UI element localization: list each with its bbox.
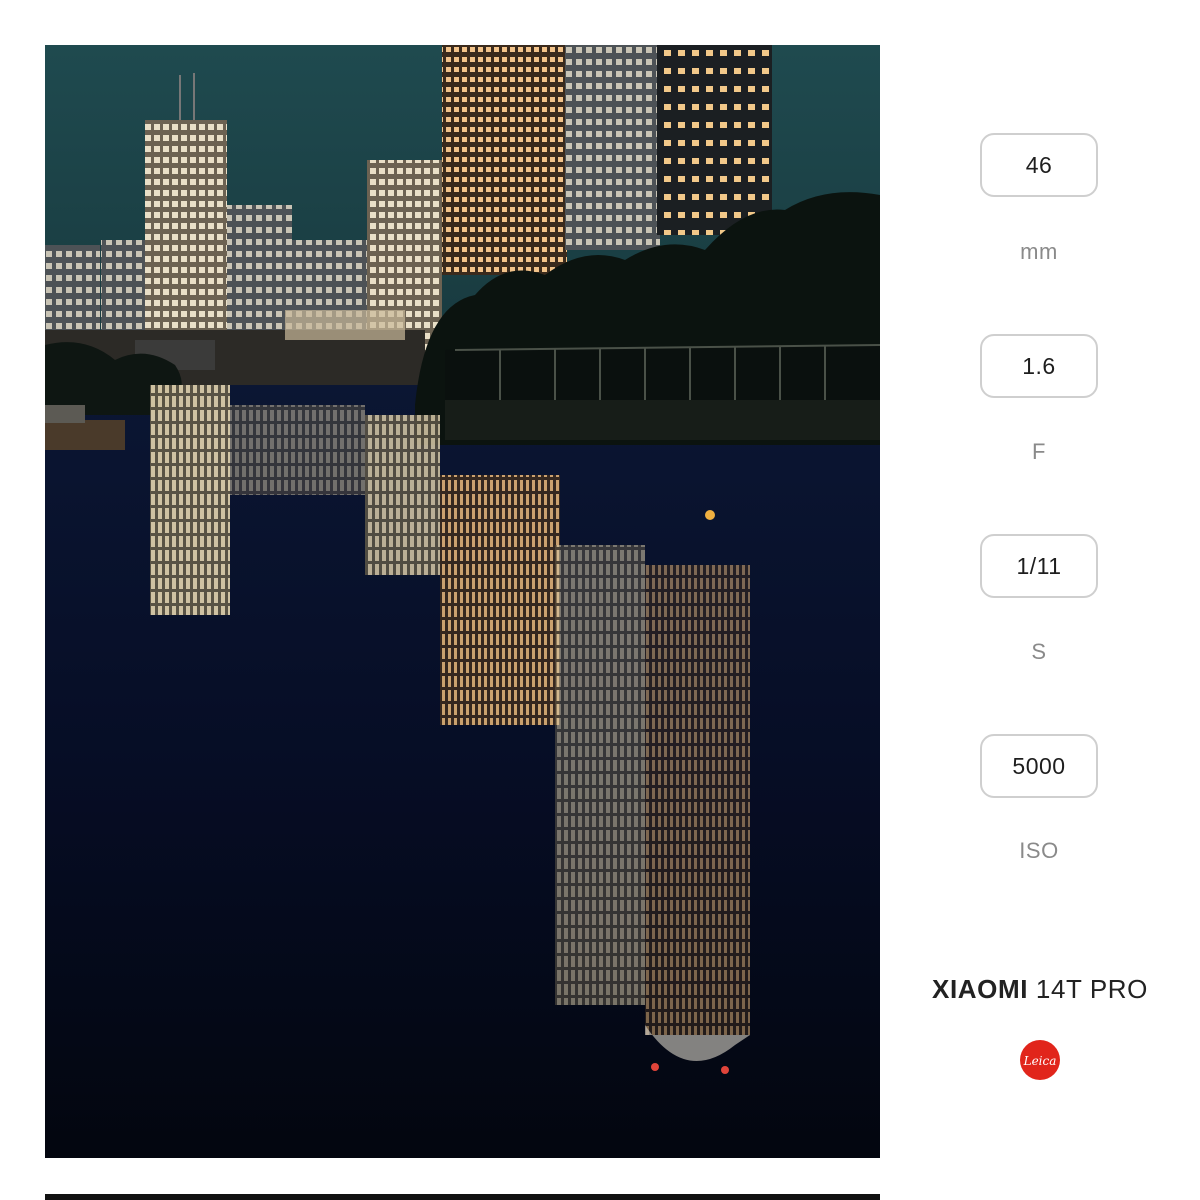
night-city-reflection-photo bbox=[45, 45, 880, 1158]
exif-panel: 46 mm 1.6 F 1/11 S 5000 ISO XIAOMI 14T P… bbox=[900, 0, 1180, 1200]
aperture-unit: F bbox=[1032, 439, 1046, 464]
focal-length-value: 46 bbox=[980, 133, 1098, 197]
iso-unit: ISO bbox=[1019, 838, 1059, 863]
aperture-value: 1.6 bbox=[980, 334, 1098, 398]
camera-model-name: 14T PRO bbox=[1035, 974, 1148, 1004]
camera-brand: XIAOMI bbox=[932, 974, 1029, 1004]
leica-logo-text: Leica bbox=[1023, 1054, 1057, 1068]
photo-bottom-border bbox=[45, 1194, 880, 1200]
focal-length-unit: mm bbox=[1020, 239, 1058, 264]
leica-logo-icon: Leica bbox=[1020, 1040, 1060, 1080]
iso-value: 5000 bbox=[980, 734, 1098, 798]
camera-model: XIAOMI 14T PRO bbox=[900, 974, 1180, 1005]
shutter-speed-unit: S bbox=[1031, 639, 1047, 664]
shutter-speed-value: 1/11 bbox=[980, 534, 1098, 598]
